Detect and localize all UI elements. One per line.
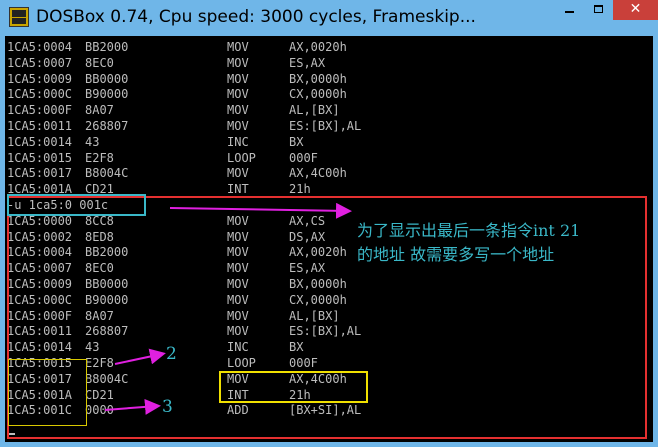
maximize-button[interactable] (585, 0, 613, 20)
close-button[interactable]: ✕ (613, 0, 658, 20)
annotation-note: 为了显示出最后一条指令int 21 的地址 故需要多写一个地址 (357, 219, 647, 267)
dos-console[interactable]: 1CA5:0004 BB2000 MOV AX,0020h 1CA5:0007 8EC0 M… (5, 36, 653, 442)
maximize-icon (594, 5, 603, 13)
arrow-marker-3 (104, 398, 161, 415)
window-title: DOSBox 0.74, Cpu speed: 3000 cycles, Fra… (36, 7, 476, 27)
close-icon: ✕ (629, 1, 642, 17)
minimize-icon (565, 11, 574, 13)
annotation-marker-2: 2 (166, 344, 177, 364)
minimize-button[interactable] (555, 0, 585, 20)
annotation-note-line2: 的地址 故需要多写一个地址 (357, 245, 555, 264)
arrow-to-note (169, 202, 352, 219)
annotation-marker-3: 3 (162, 397, 173, 417)
arrow-marker-2 (114, 348, 166, 365)
title-bar[interactable]: DOSBox 0.74, Cpu speed: 3000 cycles, Fra… (0, 0, 658, 36)
annotation-note-line1: 为了显示出最后一条指令int 21 (357, 221, 581, 240)
dosbox-app-icon (9, 7, 29, 27)
